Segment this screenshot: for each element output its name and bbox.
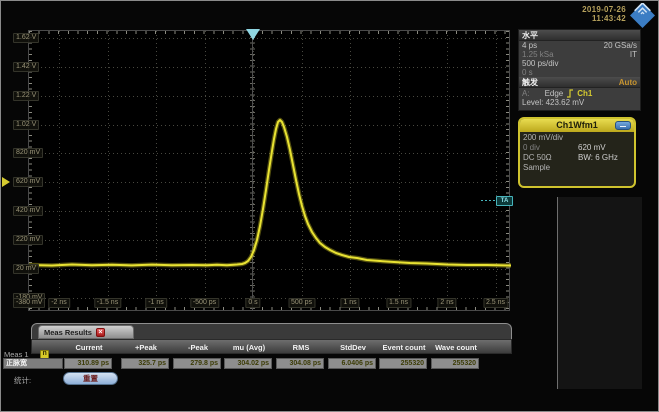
x-axis-label: -1 ns [145,298,167,308]
column-header: +Peak [122,343,170,352]
trigger-type: Edge [545,89,564,98]
oscilloscope-screen: 2019-07-26 11:43:42 TA 1.62 V1.42 V1.22 … [0,0,659,412]
meas-table-header-row: Current +Peak -Peakmu (Avg) RMS StdDevEvent … [31,339,512,354]
waveform-display[interactable]: TA 1.62 V1.42 V1.22 V1.02 V820 mV620 mV4… [28,30,510,311]
x-axis-label: -2 ns [48,298,70,308]
trigger-mode: Auto [619,78,637,87]
tab-meas-results[interactable]: Meas Results × [38,325,134,339]
record-length-value: 1.25 kSa [522,50,554,59]
timebase-row: 500 ps/div [519,59,640,68]
resolution-row: 4 ps 20 GSa/s [519,41,640,50]
meas-value-cell: 255320 [431,358,479,369]
y-axis-label: 620 mV [13,177,43,187]
resolution-value: 4 ps [522,41,537,50]
ch1-waveform-trace [29,31,511,312]
edge-trigger-icon [566,89,574,98]
x-axis-label: 2.5 ns [483,298,508,308]
meas-value-cell: 255320 [379,358,427,369]
x-axis-label: 2 ns [437,298,456,308]
offset-value: 620 mV [578,143,606,153]
acquisition-mode-value: IT [630,50,637,59]
bandwidth-value: BW: 6 GHz [578,153,618,163]
horizontal-section-header[interactable]: 水平 [519,30,640,41]
x-axis-label: -1.5 ns [94,298,121,308]
y-axis-label: 420 mV [13,206,43,216]
meas-value-cell: 6.0406 ps [328,358,376,369]
meas-results-titlebar: Meas Results × [31,323,512,339]
y-axis-label: 1.62 V [13,33,39,43]
ch1wfm1-title-bar[interactable]: Ch1Wfm1 [520,119,634,132]
reset-button[interactable]: 重置 [63,372,118,385]
position-row: 0 s [519,68,640,77]
trigger-position-marker-icon[interactable] [246,29,260,40]
y-axis-label: 1.22 V [13,91,39,101]
trigger-title: 触发 [522,78,538,87]
ch1wfm1-title: Ch1Wfm1 [556,120,598,130]
channel-offset-marker-icon[interactable] [2,177,10,187]
x-axis-label: 1 ns [340,298,359,308]
column-header: Current [65,343,113,352]
y-axis-label: 20 mV [13,264,39,274]
x-axis-label: -500 ps [190,298,219,308]
column-header: RMS [277,343,325,352]
position-div-value: 0 div [523,143,578,153]
time-text: 11:43:42 [582,14,626,23]
record-length-row: 1.25 kSa IT [519,50,640,59]
column-header: -Peak [174,343,222,352]
trigger-level-tag[interactable]: TA [496,196,513,206]
meas-results-tab-label: Meas Results [44,328,92,337]
column-header: mu (Avg) [225,343,273,352]
horizontal-title: 水平 [522,31,538,40]
sample-rate-value: 20 GSa/s [604,41,637,50]
ch1wfm1-body: 200 mV/div 0 div620 mV DC 50ΩBW: 6 GHz S… [520,132,634,174]
column-header: StdDev [329,343,377,352]
signal-bar-column [557,197,642,389]
vertical-scale-value: 200 mV/div [523,133,578,143]
close-icon[interactable]: × [96,328,105,337]
column-header: Event count [380,343,428,352]
timebase-value: 500 ps/div [522,59,558,68]
meas-value-cell: 325.7 ps [121,358,169,369]
y-axis-label: 1.42 V [13,62,39,72]
position-value: 0 s [522,68,533,77]
minimize-button[interactable] [615,121,631,130]
meas-value-cell: 310.89 ps [64,358,112,369]
date-text: 2019-07-26 [582,5,626,14]
decimation-mode-value: Sample [523,163,578,173]
statistics-label: 统计: [14,375,31,386]
trigger-level-row: Level: 423.62 mV [519,98,640,107]
trigger-section-header[interactable]: 触发 Auto [519,77,640,88]
y-axis-label: -380 mV [13,298,45,308]
x-axis-label: 500 ps [288,298,315,308]
meas-row-label: 正脉宽 [3,358,63,369]
meas-value-cell: 279.8 ps [173,358,221,369]
y-axis-label: 1.02 V [13,120,39,130]
y-axis-label: 820 mV [13,148,43,158]
x-axis-label: 0 s [245,298,260,308]
rohde-schwarz-logo-icon [630,3,655,28]
y-axis-label: 220 mV [13,235,43,245]
x-axis-label: 1.5 ns [386,298,411,308]
trigger-level-value: Level: 423.62 mV [522,98,584,107]
trigger-event-label: A: [522,89,530,98]
ch1wfm1-dialog[interactable]: Ch1Wfm1 200 mV/div 0 div620 mV DC 50ΩBW:… [518,117,636,188]
meas-value-cell: 304.02 ps [224,358,272,369]
trigger-source-row: A: Edge Ch1 [519,88,640,98]
coupling-value: DC 50Ω [523,153,578,163]
trigger-source: Ch1 [577,89,592,98]
settings-panel[interactable]: 水平 4 ps 20 GSa/s 1.25 kSa IT 500 ps/div … [518,29,641,111]
column-header: Wave count [432,343,480,352]
datetime-display: 2019-07-26 11:43:42 [582,5,626,23]
trigger-level-line [481,200,496,201]
meas-value-cell: 304.08 ps [276,358,324,369]
